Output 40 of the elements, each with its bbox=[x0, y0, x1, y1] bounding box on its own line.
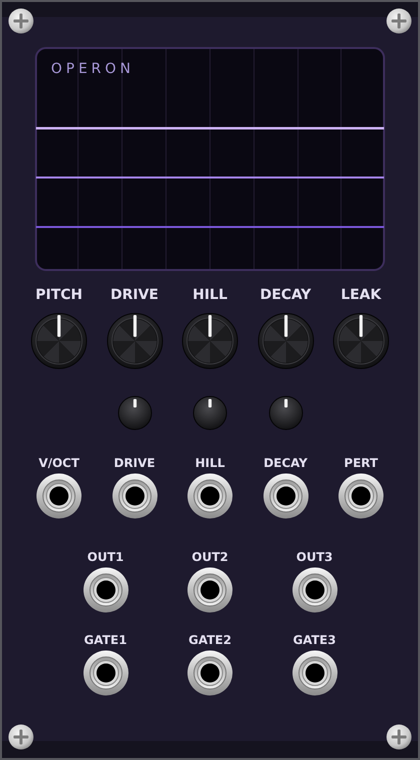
trim-knob[interactable] bbox=[118, 396, 152, 430]
jack-socket[interactable] bbox=[187, 567, 233, 613]
jack-socket[interactable] bbox=[292, 650, 338, 696]
knob-label: LEAK bbox=[340, 287, 382, 303]
gate-label: GATE2 bbox=[188, 633, 232, 647]
knob-label: DECAY bbox=[260, 287, 312, 303]
jack-socket[interactable] bbox=[338, 473, 384, 519]
screw-icon bbox=[386, 8, 412, 34]
knob[interactable] bbox=[31, 313, 87, 369]
knob-label: HILL bbox=[192, 287, 228, 303]
jack-socket[interactable] bbox=[112, 473, 158, 519]
knob[interactable] bbox=[106, 313, 162, 369]
module-title: OPERON bbox=[51, 61, 135, 77]
output-label: OUT1 bbox=[87, 550, 124, 564]
knob[interactable] bbox=[258, 313, 314, 369]
jack-socket[interactable] bbox=[262, 473, 308, 519]
input-label: DRIVE bbox=[114, 456, 156, 470]
trim-knob[interactable] bbox=[193, 396, 227, 430]
output-label: OUT2 bbox=[192, 550, 228, 564]
knob-label: DRIVE bbox=[110, 287, 158, 303]
knob[interactable] bbox=[333, 313, 389, 369]
jack-socket[interactable] bbox=[82, 567, 128, 613]
input-label: HILL bbox=[195, 456, 225, 470]
gate-label: GATE3 bbox=[293, 633, 336, 647]
trim-knob[interactable] bbox=[268, 396, 302, 430]
screw-icon bbox=[8, 8, 34, 34]
jack-socket[interactable] bbox=[36, 473, 82, 519]
input-label: V/OCT bbox=[38, 456, 80, 470]
output-label: OUT3 bbox=[296, 550, 333, 564]
screw-icon bbox=[386, 724, 412, 750]
knob-label: PITCH bbox=[35, 287, 82, 303]
jack-socket[interactable] bbox=[292, 567, 338, 613]
gate-label: GATE1 bbox=[84, 633, 127, 647]
input-label: DECAY bbox=[264, 456, 308, 470]
jack-socket[interactable] bbox=[187, 650, 233, 696]
screw-icon bbox=[8, 724, 34, 750]
input-label: PERT bbox=[344, 456, 378, 470]
jack-socket[interactable] bbox=[82, 650, 128, 696]
jack-socket[interactable] bbox=[187, 473, 233, 519]
knob[interactable] bbox=[182, 313, 238, 369]
